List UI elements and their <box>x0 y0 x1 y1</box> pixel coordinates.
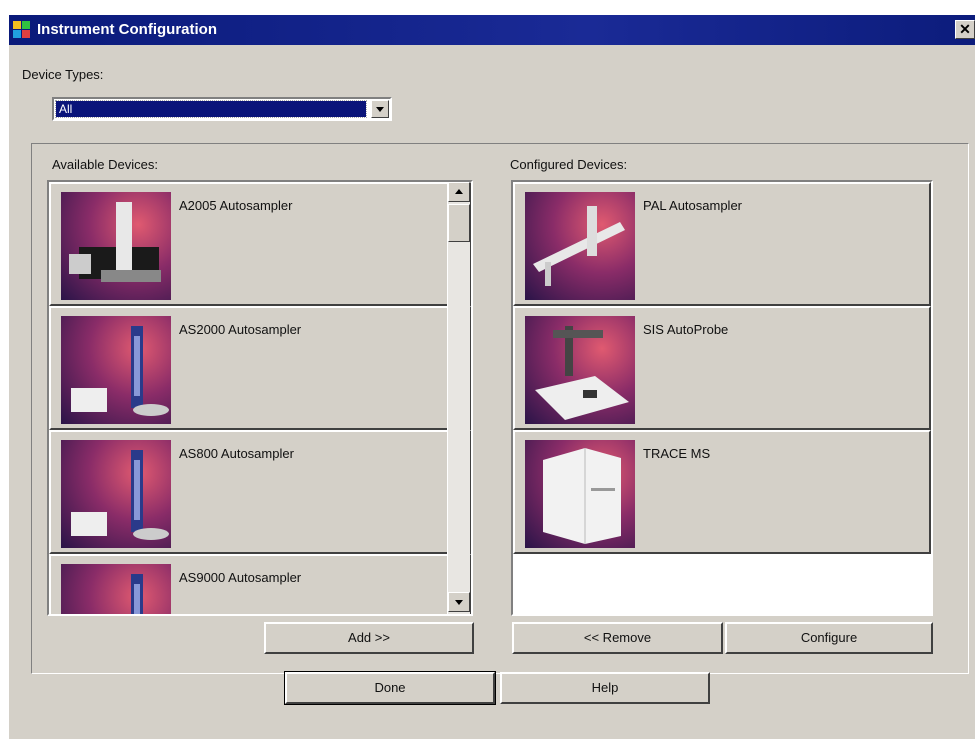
available-devices-list[interactable]: A2005 Autosampler AS2000 Autosampler AS8… <box>47 180 473 616</box>
chevron-down-icon[interactable] <box>371 100 389 118</box>
device-types-dropdown[interactable]: All <box>52 97 392 121</box>
device-name: AS9000 Autosampler <box>179 570 302 585</box>
help-button[interactable]: Help <box>500 672 710 704</box>
device-name: PAL Autosampler <box>643 198 742 213</box>
device-name: TRACE MS <box>643 446 711 461</box>
window-title: Instrument Configuration <box>37 21 217 38</box>
available-list-scrollbar[interactable] <box>447 182 470 614</box>
autosampler-image <box>525 192 635 300</box>
close-button[interactable]: ✕ <box>955 20 975 39</box>
configured-devices-label: Configured Devices: <box>510 157 628 172</box>
autosampler-image <box>61 192 171 300</box>
autosampler-image <box>61 440 171 548</box>
add-button[interactable]: Add >> <box>264 622 474 654</box>
configured-device-item[interactable]: PAL Autosampler <box>513 182 931 306</box>
device-name: AS800 Autosampler <box>179 446 294 461</box>
title-bar[interactable]: Instrument Configuration ✕ <box>9 15 975 45</box>
instrument-configuration-dialog: Instrument Configuration ✕ Device Types:… <box>8 14 975 739</box>
device-name: AS2000 Autosampler <box>179 322 302 337</box>
device-name: SIS AutoProbe <box>643 322 729 337</box>
app-icon <box>13 21 30 38</box>
available-device-item[interactable]: A2005 Autosampler <box>49 182 471 306</box>
remove-button[interactable]: << Remove <box>512 622 723 654</box>
device-types-label: Device Types: <box>22 67 104 82</box>
available-devices-label: Available Devices: <box>52 157 158 172</box>
scroll-down-arrow-icon[interactable] <box>448 592 470 612</box>
configured-device-item[interactable]: TRACE MS <box>513 430 931 554</box>
done-button[interactable]: Done <box>284 671 496 705</box>
scroll-up-arrow-icon[interactable] <box>448 182 470 202</box>
configured-devices-list[interactable]: PAL Autosampler SIS AutoProbe TRACE MS <box>511 180 933 616</box>
device-types-selected: All <box>55 100 367 118</box>
available-device-item[interactable]: AS800 Autosampler <box>49 430 471 554</box>
mass-spectrometer-image <box>525 440 635 548</box>
configured-device-item[interactable]: SIS AutoProbe <box>513 306 931 430</box>
device-name: A2005 Autosampler <box>179 198 293 213</box>
autosampler-image <box>61 564 171 614</box>
available-device-item[interactable]: AS2000 Autosampler <box>49 306 471 430</box>
available-device-item[interactable]: AS9000 Autosampler <box>49 554 471 614</box>
configure-button[interactable]: Configure <box>725 622 933 654</box>
autosampler-image <box>61 316 171 424</box>
scrollbar-thumb[interactable] <box>448 204 470 242</box>
autoprobe-image <box>525 316 635 424</box>
